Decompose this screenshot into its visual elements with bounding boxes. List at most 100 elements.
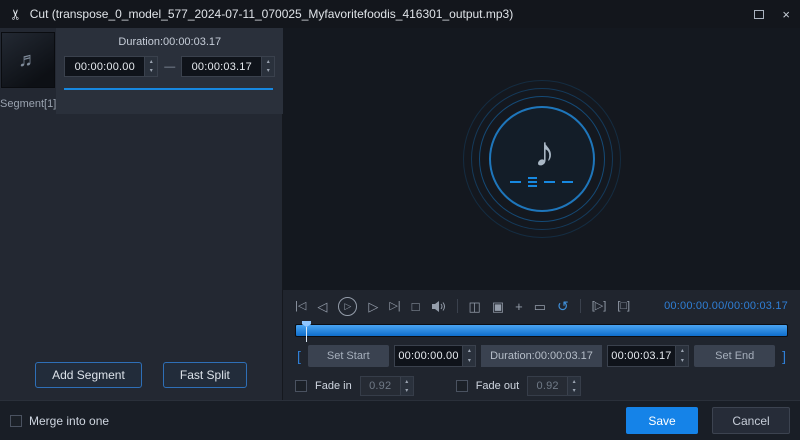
playhead-flag bbox=[302, 321, 311, 327]
set-start-button[interactable]: Set Start bbox=[307, 345, 389, 367]
player-panel: ♪ |◁ ◁ ▷ ▷ ▷| □ ◫ ▣ + ▭ ↺ [▷] [□] 00:00:… bbox=[283, 28, 800, 400]
fade-out-checkbox[interactable] bbox=[455, 380, 468, 392]
fade-controls: Fade in 0.92 ▴ ▾ Fade out 0.92 ▴ ▾ bbox=[295, 376, 788, 396]
end-time-value: 00:00:03.17 bbox=[611, 350, 672, 362]
timeline-slider[interactable] bbox=[295, 321, 788, 342]
start-time-input[interactable]: 00:00:00.00 ▴ ▾ bbox=[393, 345, 477, 367]
range-separator: — bbox=[164, 60, 176, 73]
segment-duration-label: Duration:00:00:03.17 bbox=[118, 36, 222, 48]
equalizer-marks bbox=[510, 177, 573, 187]
eq-dash bbox=[562, 181, 573, 183]
titlebar: ✂ Cut (transpose_0_model_577_2024-07-11_… bbox=[0, 0, 800, 28]
end-time-stepper[interactable]: ▴ ▾ bbox=[675, 346, 689, 366]
segment-thumb-column: ♬ Segment[1] bbox=[0, 28, 56, 114]
go-to-start-icon[interactable]: |◁ bbox=[295, 300, 306, 312]
play-segment-icon[interactable]: [▷] bbox=[592, 300, 607, 312]
close-button[interactable]: × bbox=[782, 8, 790, 21]
segment-label: Segment[1] bbox=[0, 98, 57, 110]
add-icon[interactable]: + bbox=[515, 300, 523, 313]
start-bracket: [ bbox=[296, 348, 301, 364]
step-back-icon[interactable]: ◁ bbox=[317, 300, 327, 313]
segment-item: ♬ Segment[1] Duration:00:00:03.17 × ∧ ∨ … bbox=[0, 28, 296, 114]
segment-end-stepper[interactable]: ▴ ▾ bbox=[261, 57, 275, 77]
spin-down-icon[interactable]: ▾ bbox=[145, 67, 157, 77]
maximize-button[interactable] bbox=[754, 8, 765, 21]
go-to-end-icon[interactable]: ▷| bbox=[389, 300, 400, 312]
cancel-button[interactable]: Cancel bbox=[712, 407, 790, 434]
segment-actions: Add Segment Fast Split bbox=[0, 362, 282, 388]
footer-bar: Merge into one Save Cancel bbox=[0, 400, 800, 440]
spin-down-icon[interactable]: ▾ bbox=[262, 67, 274, 77]
fade-in-checkbox[interactable] bbox=[295, 380, 307, 392]
window-title: Cut (transpose_0_model_577_2024-07-11_07… bbox=[29, 7, 514, 21]
play-button[interactable]: ▷ bbox=[338, 296, 358, 316]
time-display: 00:00:00.00/00:00:03.17 bbox=[664, 300, 788, 312]
spin-up-icon[interactable]: ▴ bbox=[145, 57, 157, 67]
playhead-line bbox=[306, 327, 307, 342]
spin-up-icon[interactable]: ▴ bbox=[401, 377, 413, 386]
music-note-icon: ♪ bbox=[534, 128, 555, 175]
play-icon: ▷ bbox=[344, 300, 352, 311]
segment-time-range: 00:00:00.00 ▴ ▾ — 00:00:03.17 ▴ ▾ bbox=[64, 56, 276, 77]
window-controls: × bbox=[754, 8, 790, 21]
segment-end-input[interactable]: 00:00:03.17 ▴ ▾ bbox=[181, 56, 276, 77]
playback-toolbar: |◁ ◁ ▷ ▷ ▷| □ ◫ ▣ + ▭ ↺ [▷] [□] 00:00:00… bbox=[283, 291, 800, 321]
spin-down-icon[interactable]: ▾ bbox=[463, 356, 475, 366]
merge-into-one-option[interactable]: Merge into one bbox=[10, 414, 109, 428]
duration-display: Duration:00:00:03.17 bbox=[481, 345, 602, 367]
spin-down-icon[interactable]: ▾ bbox=[568, 386, 580, 395]
eq-dash bbox=[510, 181, 521, 183]
spin-down-icon[interactable]: ▾ bbox=[676, 356, 688, 366]
start-time-stepper[interactable]: ▴ ▾ bbox=[462, 346, 476, 366]
fade-out-label: Fade out bbox=[475, 380, 520, 392]
copy-icon[interactable]: ▭ bbox=[534, 300, 546, 313]
reset-icon[interactable]: ↺ bbox=[557, 299, 569, 313]
segment-mark-icon[interactable]: ▣ bbox=[492, 300, 504, 313]
segment-panel: ♬ Segment[1] Duration:00:00:03.17 × ∧ ∨ … bbox=[0, 28, 296, 400]
segment-start-value: 00:00:00.00 bbox=[74, 60, 135, 73]
segment-progress-bar bbox=[64, 88, 274, 90]
spin-up-icon[interactable]: ▴ bbox=[568, 377, 580, 386]
volume-icon[interactable] bbox=[431, 300, 446, 313]
stop-segment-icon[interactable]: [□] bbox=[617, 300, 630, 312]
music-note-icon: ♬ bbox=[18, 48, 39, 71]
fade-out-input[interactable]: 0.92 ▴ ▾ bbox=[527, 376, 582, 396]
start-time-value: 00:00:00.00 bbox=[398, 350, 459, 362]
spin-up-icon[interactable]: ▴ bbox=[262, 57, 274, 67]
set-end-button[interactable]: Set End bbox=[694, 345, 776, 367]
segment-start-input[interactable]: 00:00:00.00 ▴ ▾ bbox=[64, 56, 159, 77]
save-button[interactable]: Save bbox=[626, 407, 698, 434]
spin-up-icon[interactable]: ▴ bbox=[463, 346, 475, 356]
fast-split-button[interactable]: Fast Split bbox=[162, 362, 247, 388]
segment-start-stepper[interactable]: ▴ ▾ bbox=[144, 57, 158, 77]
toolbar-separator bbox=[579, 299, 581, 313]
segment-thumbnail[interactable]: ♬ bbox=[1, 32, 56, 88]
preview-area: ♪ bbox=[283, 28, 800, 290]
stop-icon[interactable]: □ bbox=[412, 300, 420, 313]
playhead-marker[interactable] bbox=[302, 321, 311, 342]
fade-in-stepper[interactable]: ▴ ▾ bbox=[399, 377, 413, 395]
merge-label: Merge into one bbox=[29, 413, 110, 428]
trim-controls: [ Set Start 00:00:00.00 ▴ ▾ Duration:00:… bbox=[295, 345, 788, 367]
step-forward-icon[interactable]: ▷ bbox=[368, 300, 378, 313]
segment-end-value: 00:00:03.17 bbox=[191, 60, 252, 73]
merge-checkbox[interactable] bbox=[10, 414, 22, 427]
maximize-icon bbox=[754, 9, 765, 19]
fade-in-value: 0.92 bbox=[369, 380, 392, 392]
artwork-disc: ♪ bbox=[488, 106, 595, 212]
add-segment-button[interactable]: Add Segment bbox=[35, 362, 142, 388]
toolbar-separator bbox=[456, 299, 458, 313]
end-bracket: ] bbox=[782, 348, 786, 364]
eq-stack bbox=[528, 177, 537, 187]
fade-in-input[interactable]: 0.92 ▴ ▾ bbox=[359, 376, 414, 396]
segment-editor: Duration:00:00:03.17 × ∧ ∨ 00:00:00.00 ▴… bbox=[56, 28, 296, 114]
spin-up-icon[interactable]: ▴ bbox=[676, 346, 688, 356]
split-icon[interactable]: ◫ bbox=[469, 300, 481, 313]
end-time-input[interactable]: 00:00:03.17 ▴ ▾ bbox=[606, 345, 690, 367]
eq-dash bbox=[544, 181, 555, 183]
dialog-actions: Save Cancel bbox=[626, 407, 790, 434]
scissors-icon: ✂ bbox=[7, 8, 24, 20]
fade-out-stepper[interactable]: ▴ ▾ bbox=[567, 377, 581, 395]
spin-down-icon[interactable]: ▾ bbox=[401, 386, 413, 395]
fade-out-value: 0.92 bbox=[536, 380, 559, 392]
